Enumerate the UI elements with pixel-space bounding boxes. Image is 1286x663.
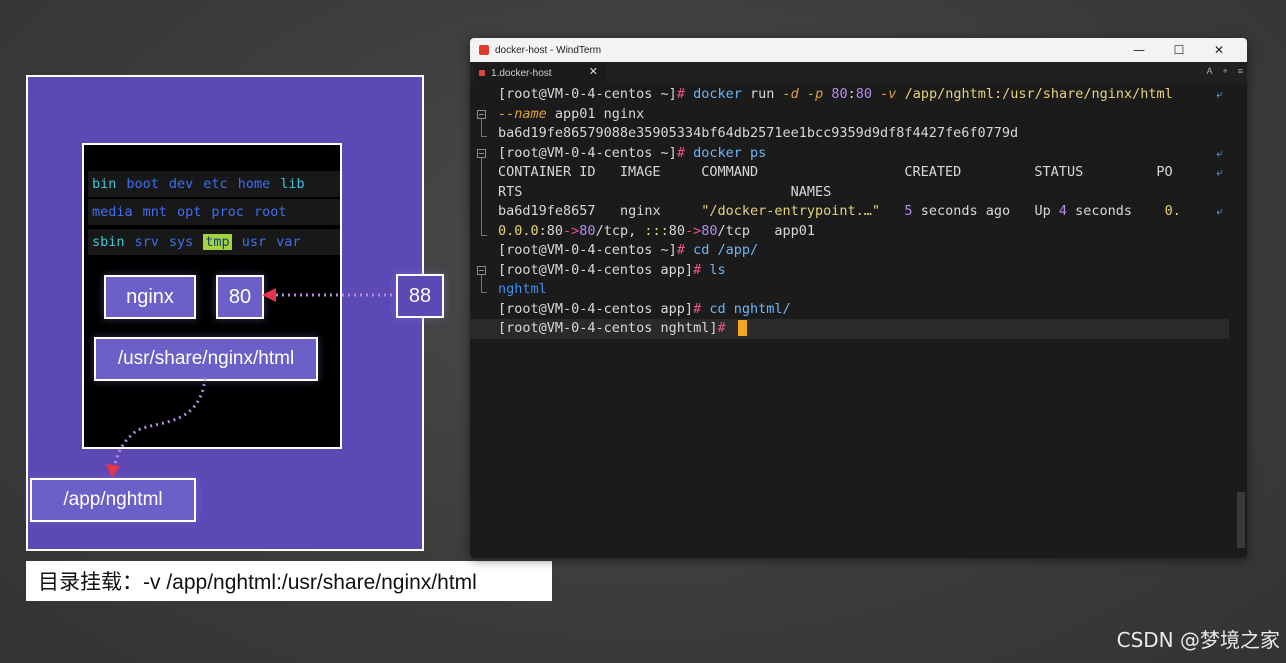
dir-sbin: sbin [92, 234, 125, 250]
terminal-cursor [737, 320, 747, 336]
csdn-watermark: CSDN @梦境之家 [1116, 628, 1280, 652]
font-size-icon[interactable]: A [1206, 66, 1212, 76]
dir-proc: proc [211, 204, 244, 220]
host-port-box: 88 [396, 274, 444, 318]
menu-icon[interactable]: ≡ [1238, 66, 1243, 76]
terminal-line: nghtml [498, 281, 547, 297]
fold-icon[interactable] [477, 266, 486, 275]
container-path-box: /usr/share/nginx/html [94, 337, 318, 381]
windterm-window[interactable]: docker-host - WindTerm — ☐ ✕ 1.docker-ho… [470, 38, 1247, 558]
title-bar[interactable]: docker-host - WindTerm — ☐ ✕ [470, 38, 1247, 62]
dir-row-3: sbin srv sys tmp usr var [88, 229, 340, 255]
fold-icon[interactable] [477, 149, 486, 158]
dir-boot: boot [126, 176, 159, 192]
tab-actions: A + ≡ [1206, 66, 1243, 76]
host-path-box: /app/nghtml [30, 478, 196, 522]
terminal-line: --name app01 nginx [498, 105, 645, 122]
terminal-line: [root@VM-0-4-centos ~]# docker ps ⤶ [498, 144, 1229, 164]
terminal-line: [root@VM-0-4-centos app]# cd nghtml/ [498, 300, 791, 317]
tab-docker-host[interactable]: 1.docker-host ✕ [474, 62, 606, 84]
dir-srv: srv [134, 234, 159, 250]
dir-sys: sys [168, 234, 194, 250]
windterm-app-icon [479, 45, 489, 55]
line-wrap-icon: ⤶ [1216, 204, 1223, 218]
tab-status-icon [479, 70, 485, 76]
container-filesystem: bin boot dev etc home lib media mnt opt … [82, 143, 342, 449]
tab-bar: 1.docker-host ✕ A + ≡ [470, 62, 1247, 84]
dir-bin: bin [92, 176, 117, 192]
terminal-line: [root@VM-0-4-centos ~]# cd /app/ [498, 242, 759, 258]
dir-row-1: bin boot dev etc home lib [88, 171, 340, 197]
line-wrap-icon: ⤶ [1216, 87, 1223, 101]
minimize-button[interactable]: — [1119, 38, 1159, 62]
terminal-line: 0.0.0:80->80/tcp, :::80->80/tcp app01 [498, 222, 816, 239]
nginx-label-box: nginx [104, 275, 196, 319]
dir-root: root [253, 204, 287, 220]
terminal-current-line[interactable]: [root@VM-0-4-centos nghtml]# [470, 319, 1229, 339]
dir-row-2: media mnt opt proc root [88, 199, 340, 225]
tab-close-icon[interactable]: ✕ [589, 65, 598, 78]
dir-mnt: mnt [142, 204, 168, 220]
dir-tmp: tmp [203, 234, 232, 250]
line-wrap-icon: ⤶ [1216, 165, 1223, 179]
window-title: docker-host - WindTerm [495, 44, 602, 56]
mount-caption: 目录挂载：-v /app/nghtml:/usr/share/nginx/htm… [26, 561, 552, 601]
fold-icon[interactable] [477, 110, 486, 119]
maximize-button[interactable]: ☐ [1159, 38, 1199, 62]
dir-var: var [276, 234, 301, 250]
dir-media: media [92, 204, 133, 220]
dir-etc: etc [203, 176, 228, 192]
terminal-line: CONTAINER ID IMAGE COMMAND CREATED STATU… [498, 163, 1229, 183]
dir-dev: dev [168, 176, 194, 192]
container-port-box: 80 [216, 275, 264, 319]
dir-opt: opt [177, 204, 202, 220]
terminal-output[interactable]: [root@VM-0-4-centos ~]# docker run -d -p… [470, 84, 1247, 558]
dir-lib: lib [280, 176, 305, 192]
terminal-line: ba6d19fe86579088e35905334bf64db2571ee1bc… [498, 125, 1019, 141]
diagram-panel: bin boot dev etc home lib media mnt opt … [26, 75, 444, 551]
terminal-line: ba6d19fe8657 nginx "/docker-entrypoint.…… [498, 202, 1229, 222]
window-controls: — ☐ ✕ [1119, 38, 1239, 62]
terminal-line: [root@VM-0-4-centos app]# ls [498, 261, 726, 278]
terminal-line: RTS NAMES [498, 183, 832, 200]
tab-label: 1.docker-host [491, 67, 552, 79]
vertical-scrollbar[interactable] [1237, 492, 1245, 548]
line-wrap-icon: ⤶ [1216, 145, 1223, 160]
terminal-line: [root@VM-0-4-centos ~]# docker run -d -p… [498, 85, 1229, 105]
dir-usr: usr [241, 234, 267, 250]
dir-home: home [237, 176, 271, 192]
new-tab-icon[interactable]: + [1222, 66, 1227, 76]
close-button[interactable]: ✕ [1199, 38, 1239, 62]
